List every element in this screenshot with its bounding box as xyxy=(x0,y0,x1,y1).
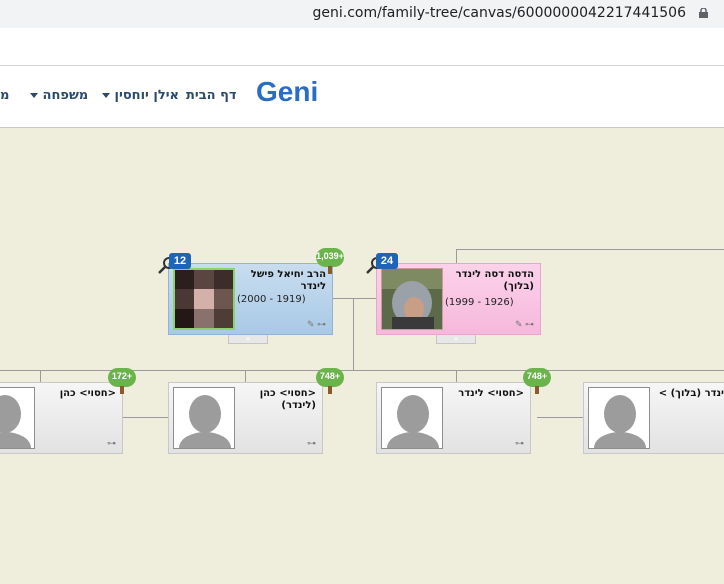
ancestor-drop xyxy=(456,249,457,263)
pencil-icon[interactable]: ✎ xyxy=(307,319,315,329)
pencil-icon[interactable]: ✎ xyxy=(515,319,523,329)
expand-children-button[interactable]: + xyxy=(228,335,268,344)
child-spouse-connector xyxy=(123,417,169,418)
person-card-child[interactable]: <חסוי> כהן (לינדר) ⊶ xyxy=(168,382,323,454)
browser-address-bar[interactable]: geni.com/family-tree/canvas/600000004221… xyxy=(0,0,724,28)
nav-user-menu[interactable]: אילן יוחסין xyxy=(102,88,179,103)
browser-content-strip xyxy=(0,28,724,66)
avatar-placeholder[interactable] xyxy=(588,387,650,449)
person-name[interactable]: הדסה דסה לינדר (בלוך) xyxy=(442,269,534,293)
tree-count: 1,039+ xyxy=(316,251,344,261)
person-name[interactable]: <חסוי> כהן (לינדר) xyxy=(224,388,316,412)
ancestor-line xyxy=(456,249,724,250)
tree-icon[interactable]: 172+ xyxy=(108,368,136,394)
chevron-down-icon xyxy=(30,93,38,98)
person-name[interactable]: לינדר (בלוך) > xyxy=(650,388,724,400)
child-drop xyxy=(245,370,246,382)
descendant-stem xyxy=(353,298,354,371)
lock-icon xyxy=(699,8,708,18)
site-header: Geni דף הבית אילן יוחסין משפחה מ xyxy=(0,66,724,128)
person-name[interactable]: <חסוי> כהן xyxy=(24,388,116,400)
person-dates: (2000 - 1919) xyxy=(237,294,306,305)
family-tree-canvas[interactable]: הרב יחיאל פישל לינדר (2000 - 1919) ✎ ⊶ +… xyxy=(0,128,724,584)
url-text[interactable]: geni.com/family-tree/canvas/600000004221… xyxy=(313,5,687,21)
edit-tools[interactable]: ✎ ⊶ xyxy=(515,319,534,330)
person-card-spouse[interactable]: הדסה דסה לינדר (בלוך) (1999 - 1926) ✎ ⊶ xyxy=(376,263,541,335)
tree-view-icon[interactable]: ⊶ xyxy=(525,319,534,329)
tree-icon[interactable]: 748+ xyxy=(316,368,344,394)
profile-photo[interactable] xyxy=(173,268,235,330)
edit-tools[interactable]: ✎ ⊶ xyxy=(307,319,326,330)
child-drop xyxy=(456,370,457,382)
person-card-child[interactable]: לינדר (בלוך) > xyxy=(583,382,724,454)
nav-family-label: משפחה xyxy=(42,88,89,103)
chevron-down-icon xyxy=(102,93,110,98)
tree-view-icon[interactable]: ⊶ xyxy=(307,438,316,449)
person-dates: (1999 - 1926) xyxy=(445,297,514,308)
photos-count-badge[interactable]: 12 xyxy=(169,253,191,269)
person-card-focus[interactable]: הרב יחיאל פישל לינדר (2000 - 1919) ✎ ⊶ xyxy=(168,263,333,335)
person-card-child[interactable]: <חסוי> כהן ⊶ xyxy=(0,382,123,454)
profile-photo[interactable] xyxy=(381,268,443,330)
tree-view-icon[interactable]: ⊶ xyxy=(107,438,116,449)
person-name[interactable]: הרב יחיאל פישל לינדר xyxy=(234,269,326,293)
child-drop xyxy=(40,370,41,382)
nav-partial-item[interactable]: מ xyxy=(0,88,9,103)
expand-children-button[interactable]: + xyxy=(436,335,476,344)
child-spouse-connector xyxy=(537,417,583,418)
tree-icon[interactable]: 748+ xyxy=(523,368,551,394)
tree-count: 748+ xyxy=(526,371,548,381)
svg-text:Geni: Geni xyxy=(256,76,318,106)
geni-logo[interactable]: Geni xyxy=(256,76,328,106)
tree-view-icon[interactable]: ⊶ xyxy=(317,319,326,329)
nav-user-label: אילן יוחסין xyxy=(114,88,180,103)
nav-family-menu[interactable]: משפחה xyxy=(30,88,88,103)
nav-home-link[interactable]: דף הבית xyxy=(186,88,237,103)
person-card-child[interactable]: <חסוי> לינדר ⊶ xyxy=(376,382,531,454)
tree-count: 748+ xyxy=(319,371,341,381)
tree-icon[interactable]: 1,039+ xyxy=(316,248,344,274)
photos-count-badge[interactable]: 24 xyxy=(376,253,398,269)
tree-count: 172+ xyxy=(111,371,133,381)
tree-view-icon[interactable]: ⊶ xyxy=(515,438,524,449)
person-name[interactable]: <חסוי> לינדר xyxy=(432,388,524,400)
